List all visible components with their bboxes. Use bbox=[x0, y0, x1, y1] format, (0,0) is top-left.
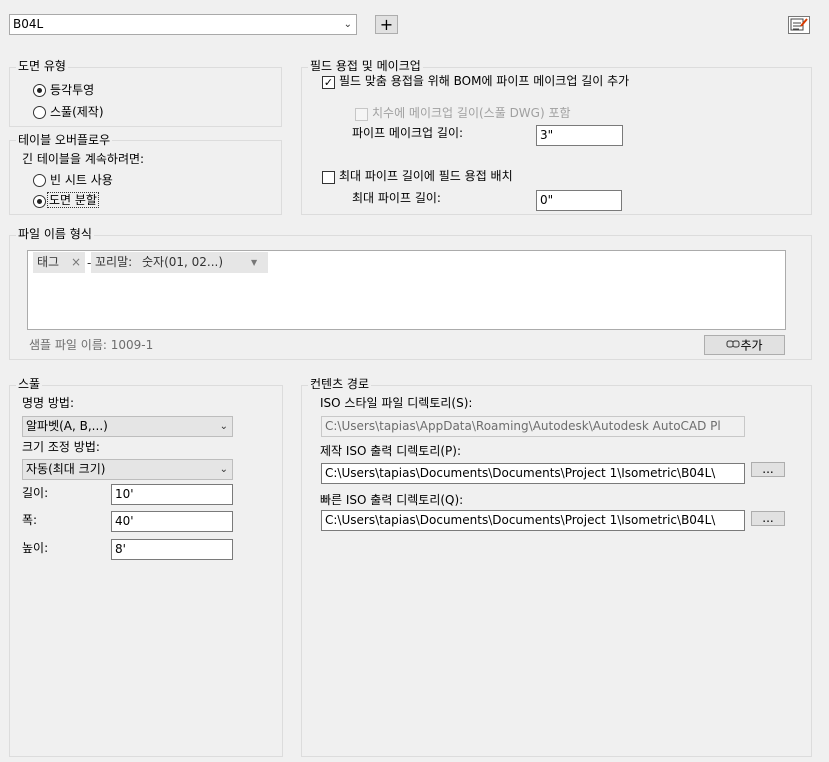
chevron-down-icon: ⌄ bbox=[219, 421, 228, 432]
quick-dir-label: 빠른 ISO 출력 디렉토리(Q): bbox=[320, 493, 464, 507]
chevron-down-icon: ▼ bbox=[251, 258, 258, 267]
file-name-format-title: 파일 이름 형식 bbox=[16, 227, 94, 241]
radio-new-sheet[interactable] bbox=[33, 174, 46, 187]
content-path-title: 컨텐츠 경로 bbox=[308, 377, 372, 391]
naming-label: 명명 방법: bbox=[22, 396, 75, 410]
prod-dir-browse-button[interactable]: ... bbox=[751, 462, 785, 477]
chevron-down-icon: ⌄ bbox=[343, 19, 352, 30]
include-dim-label: 치수에 메이크업 길이(스풀 DWG) 포함 bbox=[372, 106, 571, 120]
style-dir-label: ISO 스타일 파일 디렉토리(S): bbox=[320, 396, 473, 410]
config-combo[interactable]: B04L ⌄ bbox=[9, 14, 357, 35]
height-label: 높이: bbox=[22, 541, 49, 555]
radio-isometric-label: 등각투영 bbox=[50, 83, 95, 97]
link-chain-icon bbox=[726, 337, 740, 355]
suffix-token-value: 숫자(01, 02...) bbox=[142, 255, 224, 269]
width-label: 폭: bbox=[22, 513, 38, 527]
length-label: 길이: bbox=[22, 486, 49, 500]
prod-dir-label: 제작 ISO 출력 디렉토리(P): bbox=[320, 444, 462, 458]
content-path-group bbox=[301, 385, 812, 757]
field-weld-title: 필드 용접 및 메이크업 bbox=[308, 59, 423, 73]
length-input[interactable]: 10' bbox=[111, 484, 233, 505]
prod-dir-input[interactable]: C:\Users\tapias\Documents\Documents\Proj… bbox=[321, 463, 745, 484]
makeup-length-input[interactable]: 3" bbox=[536, 125, 623, 146]
radio-split-drawing[interactable] bbox=[33, 195, 46, 208]
report-edit-icon[interactable] bbox=[788, 16, 810, 34]
max-pipe-label: 최대 파이프 길이에 필드 용접 배치 bbox=[339, 169, 513, 183]
suffix-token-label: 꼬리말: bbox=[95, 255, 133, 269]
quick-dir-browse-button[interactable]: ... bbox=[751, 511, 785, 526]
radio-spool-label: 스풀(제작) bbox=[50, 105, 104, 119]
table-overflow-prompt: 긴 테이블을 계속하려면: bbox=[22, 152, 145, 166]
radio-isometric[interactable] bbox=[33, 84, 46, 97]
radio-spool[interactable] bbox=[33, 106, 46, 119]
max-pipe-checkbox[interactable] bbox=[322, 171, 335, 184]
quick-dir-input[interactable]: C:\Users\tapias\Documents\Documents\Proj… bbox=[321, 510, 745, 531]
suffix-token[interactable]: 꼬리말: 숫자(01, 02...) ▼ bbox=[91, 252, 268, 273]
add-token-button[interactable]: 추가 bbox=[704, 335, 785, 355]
add-makeup-checkbox[interactable]: ✓ bbox=[322, 76, 335, 89]
add-config-button[interactable]: + bbox=[375, 15, 398, 34]
add-makeup-label: 필드 맞춤 용접을 위해 BOM에 파이프 메이크업 길이 추가 bbox=[339, 74, 630, 88]
table-overflow-title: 테이블 오버플로우 bbox=[16, 133, 113, 147]
sizing-combo[interactable]: 자동(최대 크기) ⌄ bbox=[22, 459, 233, 480]
include-dim-checkbox[interactable] bbox=[355, 108, 368, 121]
max-length-label: 최대 파이프 길이: bbox=[352, 191, 441, 205]
width-input[interactable]: 40' bbox=[111, 511, 233, 532]
radio-split-drawing-label: 도면 분할 bbox=[47, 192, 99, 208]
remove-tag-icon[interactable]: × bbox=[71, 252, 81, 273]
max-length-input[interactable]: 0" bbox=[536, 190, 622, 211]
drawing-type-title: 도면 유형 bbox=[16, 59, 68, 73]
spool-title: 스풀 bbox=[16, 377, 43, 391]
radio-new-sheet-label: 빈 시트 사용 bbox=[50, 173, 113, 187]
tag-token-label: 태그 bbox=[37, 255, 60, 269]
sizing-label: 크기 조정 방법: bbox=[22, 440, 100, 454]
height-input[interactable]: 8' bbox=[111, 539, 233, 560]
naming-combo[interactable]: 알파벳(A, B,...) ⌄ bbox=[22, 416, 233, 437]
tag-token[interactable]: 태그 × bbox=[33, 252, 85, 273]
config-value: B04L bbox=[13, 17, 44, 31]
makeup-length-label: 파이프 메이크업 길이: bbox=[352, 126, 464, 140]
chevron-down-icon: ⌄ bbox=[219, 464, 228, 475]
sample-file-name: 샘플 파일 이름: 1009-1 bbox=[29, 338, 154, 352]
style-dir-input[interactable]: C:\Users\tapias\AppData\Roaming\Autodesk… bbox=[321, 416, 745, 437]
